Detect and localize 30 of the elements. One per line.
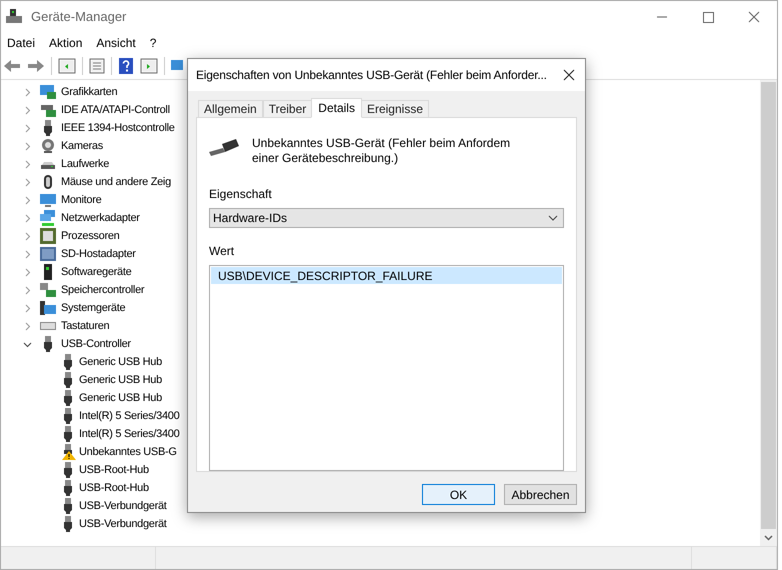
tree-item-label: Grafikkarten xyxy=(61,84,118,100)
tree-item-label: Netzwerkadapter xyxy=(61,210,140,226)
tree-item-label: SD-Hostadapter xyxy=(61,246,136,262)
tree-item-label: IEEE 1394-Hostcontrolle xyxy=(61,120,175,136)
window-title: Geräte-Manager xyxy=(31,8,126,26)
dialog-title: Eigenschaften von Unbekanntes USB-Gerät (Fehler beim Anforder... xyxy=(196,67,547,84)
tree-item-label: Kameras xyxy=(61,138,103,154)
tree-item-label: Systemgeräte xyxy=(61,300,126,316)
tree-item-label: USB-Root-Hub xyxy=(79,480,149,496)
field-label: Wert xyxy=(209,243,236,260)
device-description: Unbekanntes USB-Gerät (Fehler beim Anfordem einer Gerätebeschreibung.) xyxy=(252,136,512,166)
tree-item-label: Monitore xyxy=(61,192,102,208)
tree-item-label: USB-Root-Hub xyxy=(79,462,149,478)
tree-item-label: Mäuse und andere Zeig xyxy=(61,174,171,190)
tree-item-label: USB-Verbundgerät xyxy=(79,516,167,532)
tree-item-label: Laufwerke xyxy=(61,156,110,172)
tree-item-label: Intel(R) 5 Series/3400 xyxy=(79,408,180,424)
tree-item-label: Softwaregeräte xyxy=(61,264,132,280)
tree-item-label: Speichercontroller xyxy=(61,282,144,298)
tree-item-label: Intel(R) 5 Series/3400 xyxy=(79,426,180,442)
tree-item-label: Generic USB Hub xyxy=(79,372,162,388)
tree-item-label: Generic USB Hub xyxy=(79,354,162,370)
tree-item-label: Generic USB Hub xyxy=(79,390,162,406)
tree-item-label: USB-Verbundgerät xyxy=(79,498,167,514)
tree-item-label: IDE ATA/ATAPI-Controll xyxy=(61,102,170,118)
tree-item-label: Prozessoren xyxy=(61,228,120,244)
tree-item-label: Unbekanntes USB-G xyxy=(79,444,177,460)
field-label: Eigenschaft xyxy=(209,186,273,203)
tree-item-label: Tastaturen xyxy=(61,318,110,334)
tree-item-label: USB-Controller xyxy=(61,336,131,352)
